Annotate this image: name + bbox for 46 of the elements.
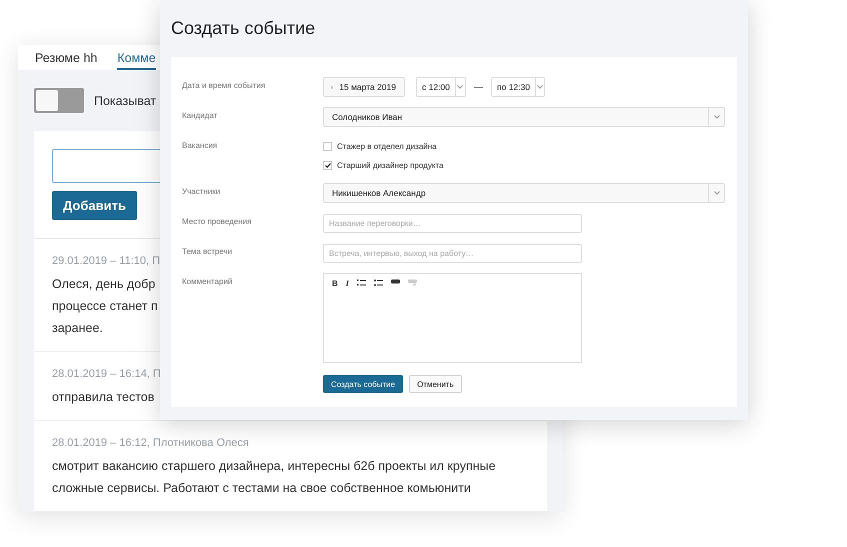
create-button[interactable]: Создать событие: [323, 375, 404, 393]
chevron-down-icon: [457, 85, 464, 89]
toggle-switch[interactable]: [34, 88, 84, 113]
text-editor[interactable]: B I: [323, 273, 582, 363]
dialog-title: Создать событие: [171, 17, 316, 40]
comment-meta: 28.01.2019 – 16:14, П: [52, 368, 161, 380]
chevron-down-icon: [536, 85, 543, 89]
tab[interactable]: Комме: [117, 45, 156, 70]
input-field[interactable]: Встреча, интервью, выход на работу…: [323, 244, 582, 263]
input-field[interactable]: Название переговорки…: [323, 214, 582, 233]
chevron-down-icon: [714, 115, 720, 119]
bullet-list-icon[interactable]: [374, 279, 383, 287]
link-icon[interactable]: [390, 279, 400, 284]
toggle-label: Показыват: [94, 94, 156, 108]
start-time-select[interactable]: с 12:00: [416, 77, 466, 97]
select-field[interactable]: Солодников Иван: [323, 107, 725, 127]
field-label: Вакансия: [182, 140, 218, 152]
field-label: Тема встречи: [182, 246, 234, 258]
comment-text: смотрит вакансию старшего дизайнера, интересны б2б проекты ил крупные: [52, 458, 496, 475]
numbered-list-icon[interactable]: [356, 279, 366, 287]
comment-meta: 29.01.2019 – 11:10, П: [52, 255, 160, 267]
checkbox[interactable]: [323, 161, 332, 170]
field-label: Дата и время события: [182, 80, 266, 92]
select-field[interactable]: Никишенков Александр: [323, 183, 725, 203]
comment-text: сложные сервисы. Работают с тестами на свое собственное комьюнити: [52, 480, 471, 497]
checkbox-label: Старший дизайнер продукта: [337, 161, 444, 170]
date-picker[interactable]: 15 марта 2019: [323, 77, 405, 97]
comment-text: отправила тестов: [52, 389, 154, 406]
italic-button[interactable]: I: [346, 279, 349, 288]
comment-text: Олеся, день добр: [52, 276, 156, 293]
checkbox[interactable]: [323, 142, 332, 151]
bold-button[interactable]: B: [332, 279, 338, 288]
chevron-down-icon: [714, 191, 720, 195]
comment-meta: 28.01.2019 – 16:12, Плотникова Олеся: [52, 437, 249, 449]
cancel-button[interactable]: Отменить: [409, 375, 462, 393]
add-button[interactable]: Добавить: [52, 191, 137, 220]
field-label: Место проведения: [182, 216, 252, 228]
tab[interactable]: Резюме hh: [35, 45, 98, 70]
field-label: Комментарий: [182, 276, 234, 288]
range-dash: —: [474, 82, 483, 92]
field-label: Участники: [182, 186, 222, 198]
comment-text: заранее.: [52, 320, 103, 337]
end-time-select[interactable]: по 12:30: [491, 77, 545, 97]
field-label: Кандидат: [182, 110, 218, 122]
checkbox-label: Стажер в отделел дизайна: [337, 142, 437, 151]
comment-text: процессе станет п: [52, 298, 158, 315]
